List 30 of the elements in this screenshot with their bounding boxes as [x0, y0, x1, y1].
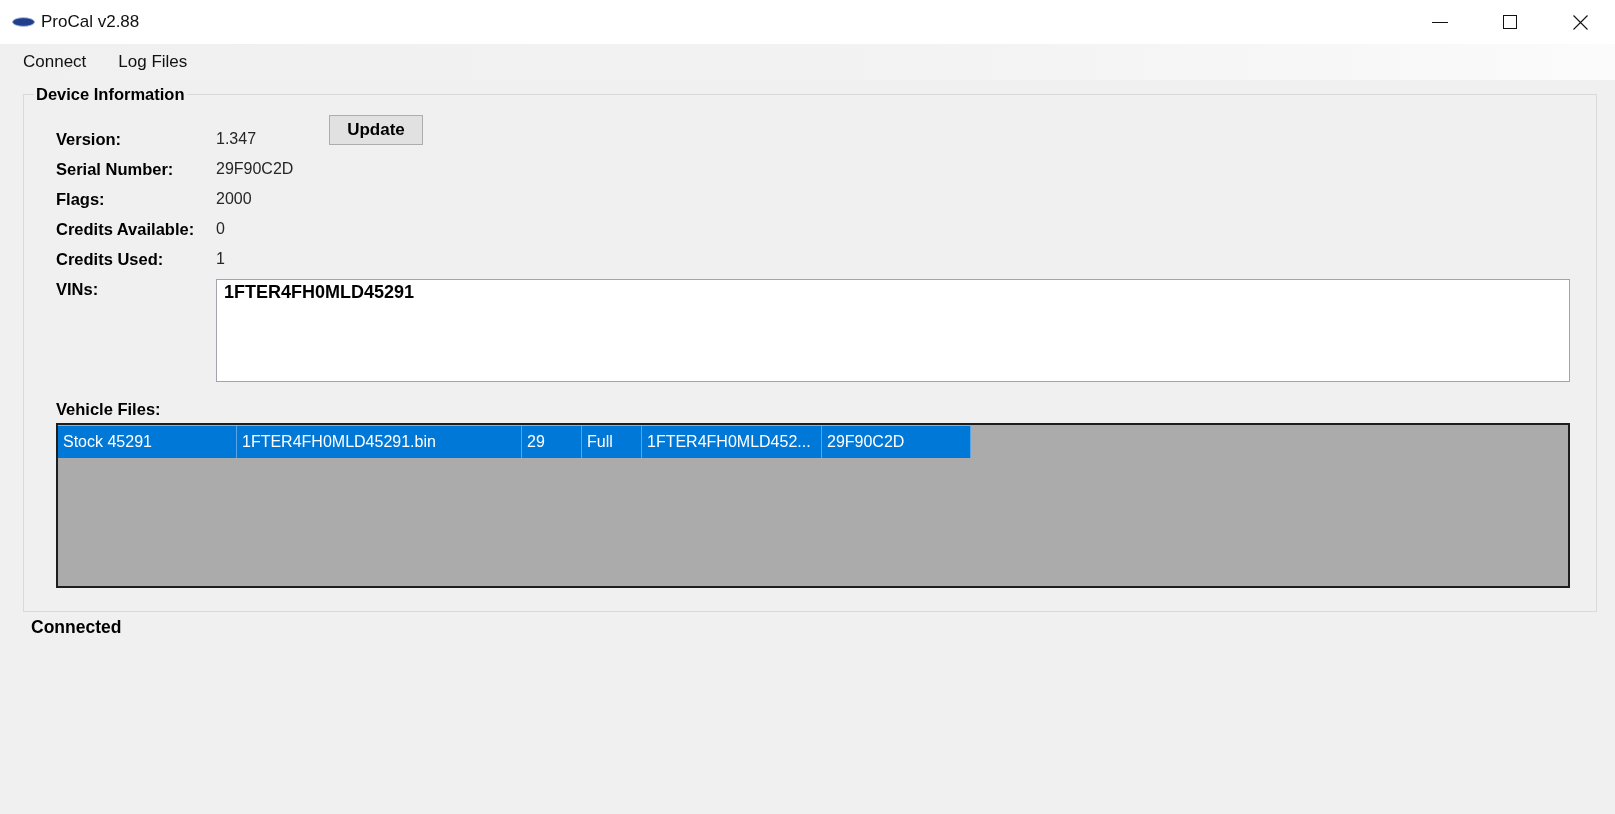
menu-item[interactable]: Connect [13, 50, 97, 74]
field-value: 2000 [216, 189, 253, 209]
field-label: Serial Number: [56, 159, 175, 180]
field-label: Version: [56, 129, 123, 150]
oval-logo-icon [12, 17, 35, 27]
field-label: Flags: [56, 189, 106, 210]
table-cell: 29 [522, 426, 582, 458]
menu-item[interactable]: Log Files [108, 50, 198, 74]
table-cell: 29F90C2D [822, 426, 971, 458]
field-value: 1 [216, 249, 226, 269]
field-value: 1.347 [216, 129, 258, 149]
maximize-icon [1503, 15, 1517, 29]
vins-field[interactable]: 1FTER4FH0MLD45291 [216, 279, 1570, 382]
window-title: ProCal v2.88 [41, 11, 140, 33]
table-cell: 1FTER4FH0MLD452... [642, 426, 822, 458]
field-value: 29F90C2D [216, 159, 295, 179]
field-label: VINs: [56, 279, 100, 300]
update-button[interactable]: Update [329, 115, 423, 145]
table-cell: 1FTER4FH0MLD45291.bin [237, 426, 522, 458]
field-label: Credits Used: [56, 249, 165, 270]
table-cell: Stock 45291 [58, 426, 237, 458]
minimize-icon [1432, 21, 1448, 23]
close-icon [1572, 14, 1588, 30]
group-title: Device Information [35, 84, 186, 104]
field-label: Credits Available: [56, 219, 196, 240]
vehicle-files-label: Vehicle Files: [56, 399, 162, 419]
table-row[interactable]: Stock 45291 1FTER4FH0MLD45291.bin 29 Full 1FTER4FH0MLD452... 29F90C2D [58, 426, 971, 458]
field-value: 0 [216, 219, 226, 239]
table-cell: Full [582, 426, 642, 458]
status-text: Connected [30, 617, 122, 637]
